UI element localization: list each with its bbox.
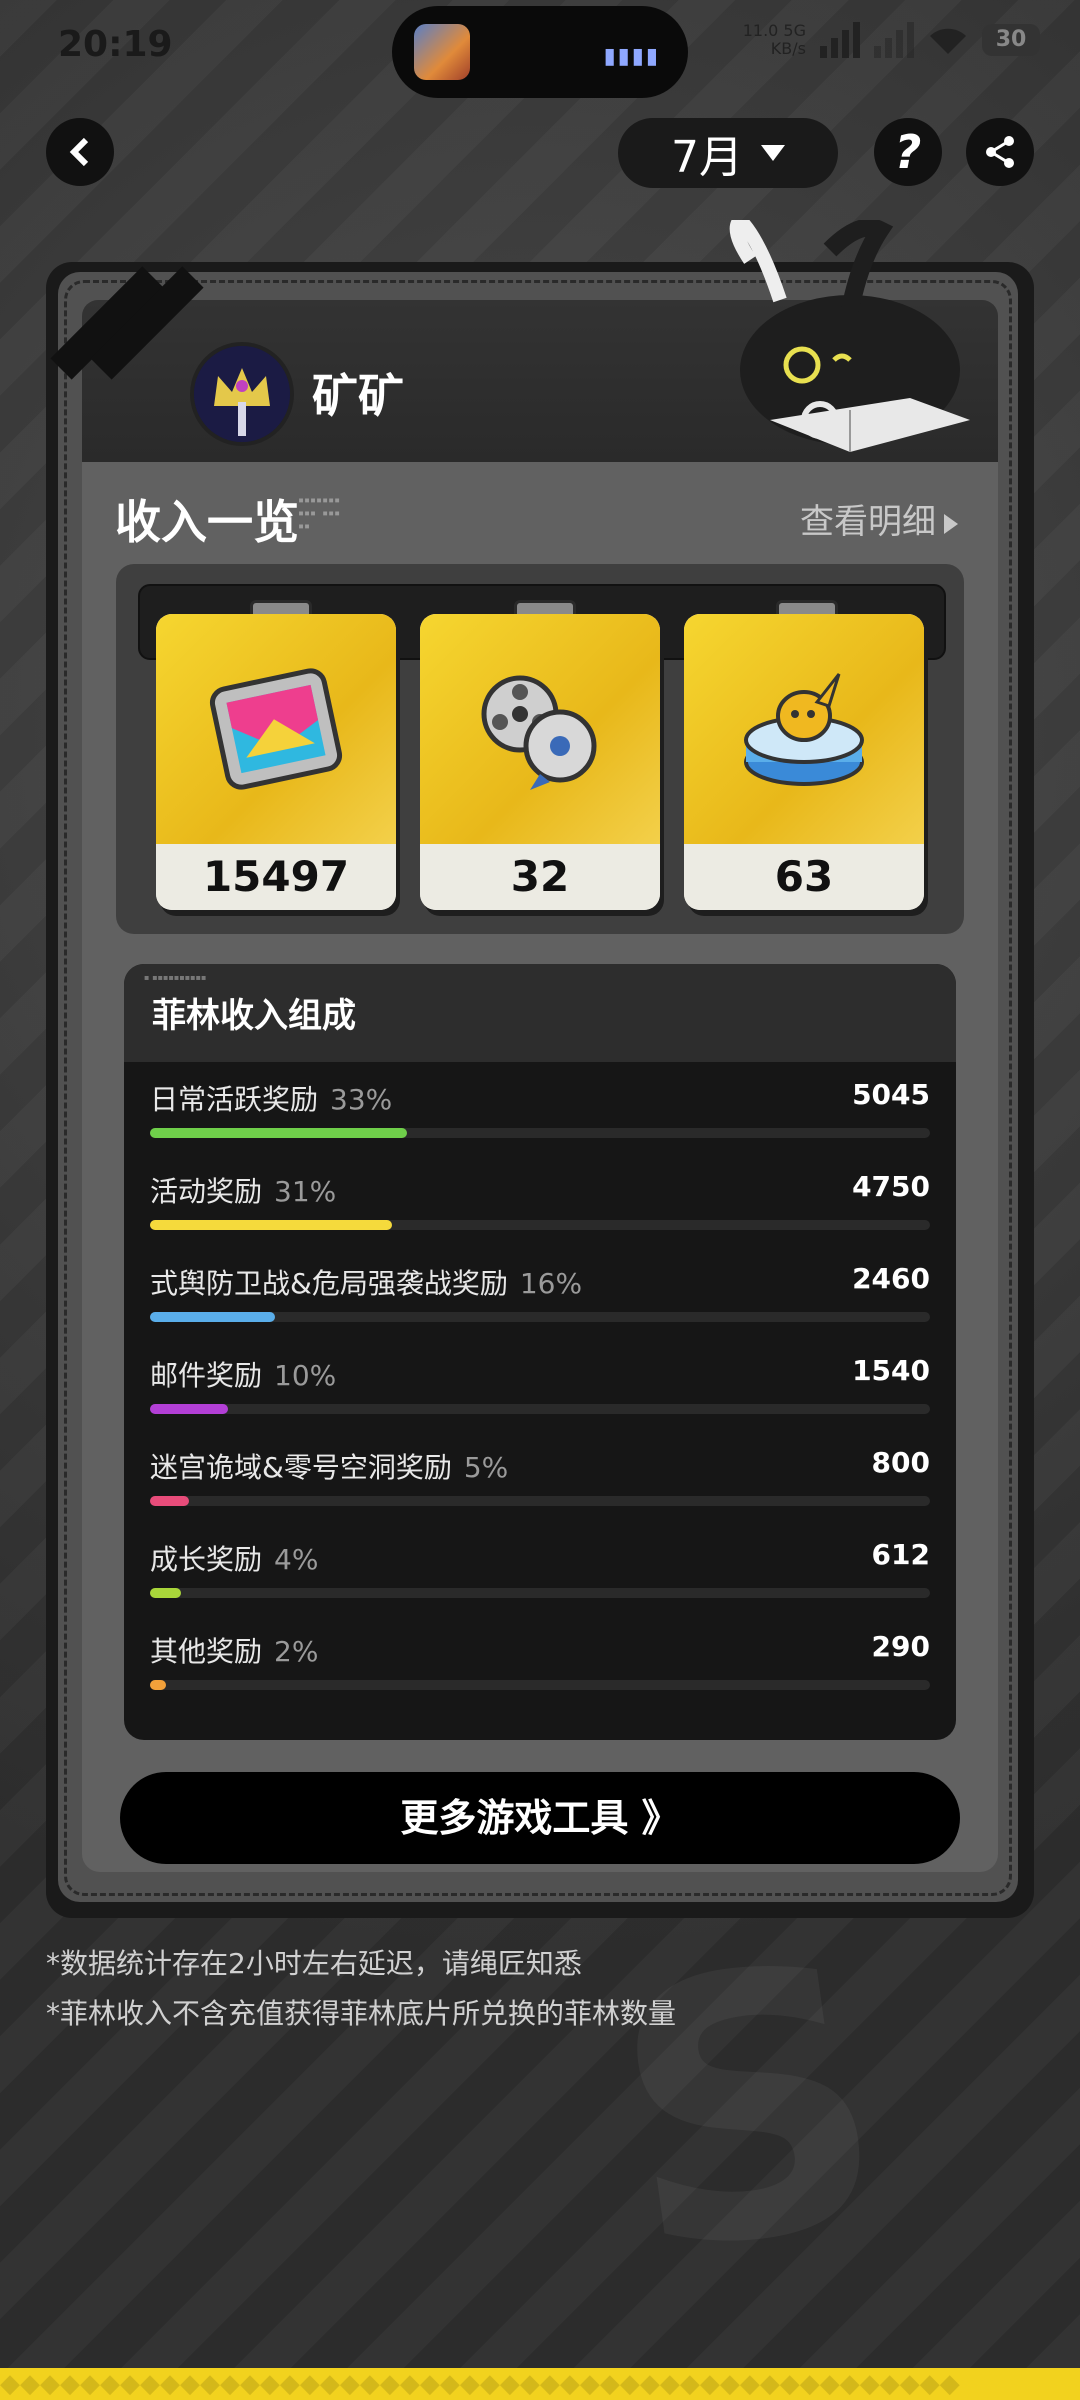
progress-track	[150, 1588, 930, 1598]
micro-text-decoration: ▪▪▪▪▪▪▪ ▪▪▪ ▪▪▪ ▪▪	[298, 495, 341, 532]
progress-track	[150, 1312, 930, 1322]
composition-row-label: 邮件奖励 10%	[150, 1359, 337, 1392]
bottom-banner-decoration: ◆◆◆◆◆◆◆◆◆◆◆◆◆◆◆◆◆◆◆◆◆◆◆◆◆◆◆◆◆◆◆◆◆◆◆◆◆◆◆◆…	[0, 2369, 960, 2399]
progress-track	[150, 1220, 930, 1230]
progress-fill	[150, 1128, 408, 1138]
back-button[interactable]	[46, 118, 114, 186]
view-details-label: 查看明细	[800, 502, 936, 542]
question-icon: ?	[894, 125, 922, 179]
progress-fill	[150, 1312, 275, 1322]
composition-row-percent: 4%	[274, 1543, 319, 1576]
composition-row: 活动奖励 31% 4750	[150, 1170, 930, 1240]
month-label: 7月	[671, 132, 743, 183]
status-bar: 20:19 ▮▮▮▮ 11.0 5G KB/s 30	[0, 0, 1080, 100]
progress-fill	[150, 1496, 189, 1506]
audio-wave-icon: ▮▮▮▮	[603, 44, 660, 69]
micro-text-decoration: ▪ ▪▪▪▪▪▪▪▪▪▪	[144, 973, 207, 982]
status-time: 20:19	[58, 24, 173, 65]
tape-decoration	[50, 266, 204, 388]
composition-row: 式舆防卫战&危局强袭战奖励 16% 2460	[150, 1262, 930, 1332]
income-item-token[interactable]: 63	[684, 614, 924, 910]
dynamic-island[interactable]: ▮▮▮▮	[392, 6, 688, 98]
progress-fill	[150, 1680, 166, 1690]
composition-row-value: 800	[871, 1446, 930, 1479]
composition-row-value: 612	[871, 1538, 930, 1571]
avatar[interactable]	[190, 342, 294, 446]
status-indicators: 11.0 5G KB/s 30	[743, 22, 1040, 58]
composition-row: 其他奖励 2% 290	[150, 1630, 930, 1700]
bottom-banner-strip: ◆◆◆◆◆◆◆◆◆◆◆◆◆◆◆◆◆◆◆◆◆◆◆◆◆◆◆◆◆◆◆◆◆◆◆◆◆◆◆◆…	[0, 2368, 1080, 2400]
income-composition-panel: ▪ ▪▪▪▪▪▪▪▪▪▪ 菲林收入组成 日常活跃奖励 33% 5045 活动奖励 31%…	[124, 964, 956, 1740]
composition-row-value: 1540	[852, 1354, 930, 1387]
progress-fill	[150, 1404, 228, 1414]
composition-row-percent: 10%	[274, 1359, 337, 1392]
progress-track	[150, 1128, 930, 1138]
progress-fill	[150, 1220, 392, 1230]
progress-track	[150, 1680, 930, 1690]
income-item-film[interactable]: 15497	[156, 614, 396, 910]
composition-row-percent: 16%	[519, 1267, 583, 1300]
progress-track	[150, 1496, 930, 1506]
chevron-left-icon	[69, 137, 89, 167]
composition-row-percent: 33%	[330, 1083, 393, 1116]
income-item-value: 63	[684, 844, 924, 910]
network-speed: 11.0 5G KB/s	[742, 21, 806, 58]
help-button[interactable]: ?	[874, 118, 942, 186]
footnote: *数据统计存在2小时左右延迟，请绳匠知悉	[46, 1947, 582, 1980]
composition-row-value: 290	[871, 1630, 930, 1663]
view-details-link[interactable]: 查看明细	[800, 494, 958, 543]
bangboo-token-icon	[744, 673, 864, 786]
share-button[interactable]	[966, 118, 1034, 186]
composition-row: 迷宫诡域&零号空洞奖励 5% 800	[150, 1446, 930, 1516]
composition-row-percent: 2%	[274, 1635, 319, 1668]
live-activity-app-icon	[414, 24, 470, 80]
bangboo-mascot-icon	[729, 220, 970, 452]
composition-row-value: 2460	[852, 1262, 930, 1295]
signal-icon	[820, 22, 860, 58]
income-overview-title: 收入一览	[115, 495, 299, 549]
composition-row-percent: 31%	[274, 1175, 337, 1208]
composition-row-value: 4750	[852, 1170, 930, 1203]
composition-row-label: 成长奖励 4%	[150, 1543, 319, 1576]
composition-row-label: 日常活跃奖励 33%	[150, 1083, 393, 1116]
triangle-right-icon	[944, 513, 958, 534]
wifi-icon	[930, 28, 966, 54]
composition-row: 日常活跃奖励 33% 5045	[150, 1078, 930, 1148]
share-icon	[986, 136, 1014, 168]
progress-track	[150, 1404, 930, 1414]
month-selector[interactable]: 7月	[618, 118, 838, 188]
composition-row-label: 活动奖励 31%	[150, 1175, 337, 1208]
composition-row: 邮件奖励 10% 1540	[150, 1354, 930, 1424]
composition-row-percent: 5%	[463, 1451, 509, 1484]
composition-title: 菲林收入组成	[152, 996, 356, 1036]
income-item-value: 15497	[156, 844, 396, 910]
footnote: *菲林收入不含充值获得菲林底片所兑换的菲林数量	[46, 1997, 677, 2030]
crown-avatar-icon	[194, 346, 290, 442]
signal-2-icon	[874, 22, 914, 58]
more-game-tools-button[interactable]: 更多游戏工具 》	[120, 1772, 960, 1864]
composition-row-label: 迷宫诡域&零号空洞奖励 5%	[150, 1451, 509, 1484]
film-reel-icon	[209, 668, 343, 790]
income-item-reels[interactable]: 32	[420, 614, 660, 910]
composition-row-value: 5045	[852, 1078, 930, 1111]
progress-fill	[150, 1588, 182, 1598]
battery-icon: 30	[982, 24, 1040, 56]
composition-header: ▪ ▪▪▪▪▪▪▪▪▪▪ 菲林收入组成	[124, 964, 956, 1062]
composition-row-label: 式舆防卫战&危局强袭战奖励 16%	[150, 1267, 583, 1300]
income-item-value: 32	[420, 844, 660, 910]
caret-down-icon	[761, 145, 785, 161]
composition-row: 成长奖励 4% 612	[150, 1538, 930, 1608]
username: 矿矿	[312, 369, 404, 423]
film-reels-icon	[481, 675, 597, 790]
composition-row-label: 其他奖励 2%	[150, 1635, 319, 1668]
